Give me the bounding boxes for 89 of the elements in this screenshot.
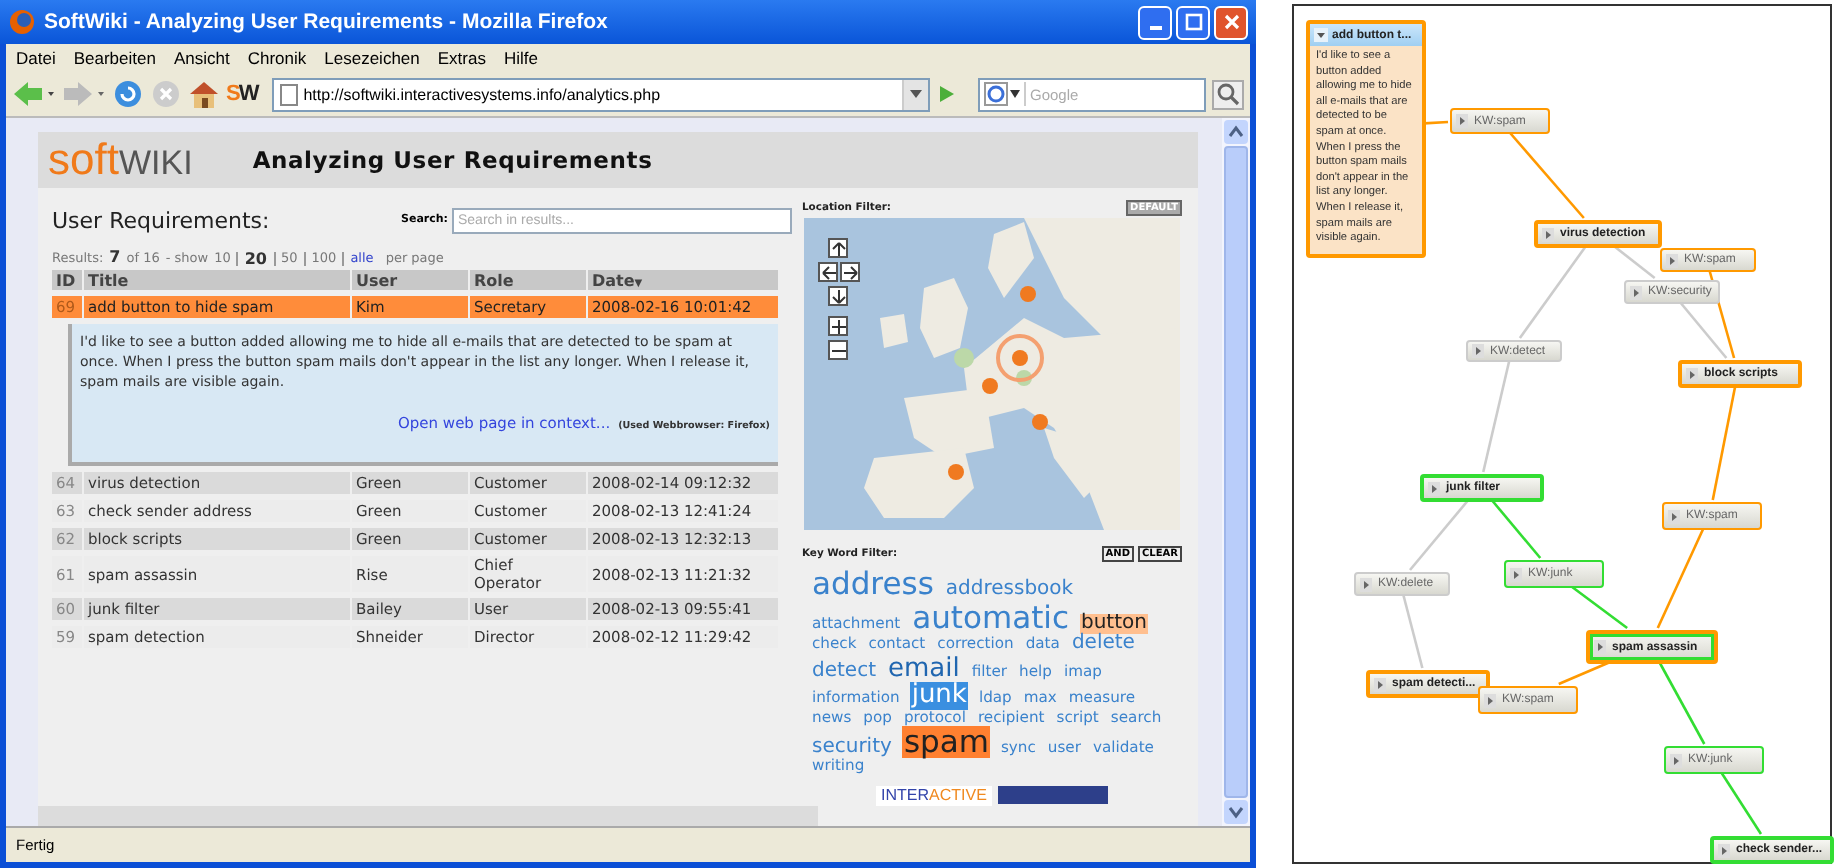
scroll-down-icon[interactable] xyxy=(1224,800,1248,824)
connector-line xyxy=(1409,499,1470,571)
softwiki-button[interactable]: SW xyxy=(226,76,258,112)
softwiki-logo: softWIKI xyxy=(48,138,193,182)
reload-button[interactable] xyxy=(112,76,144,112)
menu-item[interactable]: Datei xyxy=(16,48,56,68)
keyword-tag[interactable]: button xyxy=(1079,613,1149,634)
menu-item[interactable]: Lesezeichen xyxy=(324,48,420,68)
scrollbar[interactable] xyxy=(1222,118,1250,826)
keyword-tag[interactable]: address xyxy=(810,568,936,601)
caret-icon xyxy=(910,90,922,98)
expand-icon[interactable] xyxy=(1374,677,1386,691)
search-button[interactable] xyxy=(1212,79,1244,109)
caret-icon xyxy=(1010,90,1020,98)
home-button[interactable] xyxy=(188,76,220,112)
search-engine-icon xyxy=(984,82,1008,106)
keyword-tag[interactable]: detect xyxy=(810,661,878,682)
expand-icon[interactable] xyxy=(1360,577,1372,591)
section-title: User Requirements: xyxy=(52,207,272,233)
zoom-in-button[interactable] xyxy=(828,316,848,336)
keyword-tag[interactable]: spam xyxy=(901,725,991,759)
expand-icon[interactable] xyxy=(1670,753,1682,767)
expand-icon[interactable] xyxy=(1542,227,1554,241)
plus-icon xyxy=(831,319,845,333)
pan-up-button[interactable] xyxy=(828,238,848,258)
column-header[interactable]: User xyxy=(352,270,468,290)
menu-item[interactable]: Hilfe xyxy=(503,48,538,68)
expand-icon[interactable] xyxy=(1630,285,1642,299)
page-heading: Analyzing User Requirements xyxy=(252,146,653,174)
connector-line xyxy=(1658,661,1706,745)
expand-icon[interactable] xyxy=(1472,344,1484,358)
keyword-tag[interactable]: automatic xyxy=(910,601,1071,634)
firefox-icon xyxy=(8,8,36,36)
keyword-tag[interactable]: addressbook xyxy=(943,580,1076,601)
maximize-icon xyxy=(1183,12,1203,32)
interactive-logo: INTERACTIVE xyxy=(875,786,993,806)
close-icon xyxy=(1221,12,1241,32)
connector-line xyxy=(1719,771,1763,835)
connector-line xyxy=(1401,593,1424,669)
university-logo xyxy=(998,786,1109,804)
expand-icon[interactable] xyxy=(1456,114,1468,128)
history-dropdown-button[interactable] xyxy=(902,79,928,109)
column-header[interactable]: Title xyxy=(84,270,350,290)
collapse-icon[interactable] xyxy=(1314,28,1328,42)
maximize-button[interactable] xyxy=(1176,5,1210,39)
expand-icon[interactable] xyxy=(1484,693,1496,707)
connector-line xyxy=(1613,244,1656,280)
window-title: SoftWiki - Analyzing User Requirements - Mozilla Firefox xyxy=(44,10,610,34)
expand-icon[interactable] xyxy=(1510,567,1522,581)
expand-icon[interactable] xyxy=(1428,481,1440,495)
address-bar[interactable]: http://softwiki.interactivesystems.info/analytics.php xyxy=(271,77,930,111)
expand-icon[interactable] xyxy=(1718,843,1730,857)
search-engine-button[interactable] xyxy=(980,82,1026,106)
connector-line xyxy=(1656,527,1705,629)
keyword-tag[interactable]: security xyxy=(810,737,894,759)
scroll-up-icon[interactable] xyxy=(1224,120,1248,144)
connector-line xyxy=(1508,131,1585,219)
menu-item[interactable]: Bearbeiten xyxy=(73,48,156,68)
expand-icon[interactable] xyxy=(1666,253,1678,267)
minimize-button[interactable] xyxy=(1138,5,1172,39)
connector-line xyxy=(1711,385,1737,501)
minimize-icon xyxy=(1149,26,1161,30)
note-card[interactable] xyxy=(1306,20,1426,258)
connector-line xyxy=(1423,120,1449,125)
connector-line xyxy=(1482,359,1511,473)
page-size-link[interactable]: 20 xyxy=(236,252,273,266)
page-icon xyxy=(279,83,298,105)
pan-left-button[interactable] xyxy=(818,262,838,282)
connector-line xyxy=(1558,660,1611,686)
menu-item[interactable]: Ansicht xyxy=(173,48,230,68)
menu-item[interactable]: Extras xyxy=(437,48,486,68)
results-count: 7 xyxy=(109,248,121,266)
expand-icon[interactable] xyxy=(1668,509,1680,523)
keyword-tag[interactable]: email xyxy=(886,655,962,683)
pan-down-button[interactable] xyxy=(828,286,848,306)
close-button[interactable] xyxy=(1214,5,1248,39)
expand-icon[interactable] xyxy=(1686,367,1698,381)
zoom-out-button[interactable] xyxy=(828,340,848,360)
keyword-tag[interactable]: junk xyxy=(909,682,969,710)
pan-right-button[interactable] xyxy=(840,262,860,282)
column-header[interactable]: Role xyxy=(470,270,586,290)
scrollbar-thumb[interactable] xyxy=(1224,146,1248,798)
column-header[interactable]: ID xyxy=(52,270,82,290)
connector-line xyxy=(1518,245,1587,339)
connector-line xyxy=(1490,499,1542,559)
connector-line xyxy=(1570,584,1628,630)
keyword-tag[interactable]: delete xyxy=(1069,634,1137,655)
menu-item[interactable]: Chronik xyxy=(247,48,307,68)
expand-icon[interactable] xyxy=(1594,640,1606,654)
